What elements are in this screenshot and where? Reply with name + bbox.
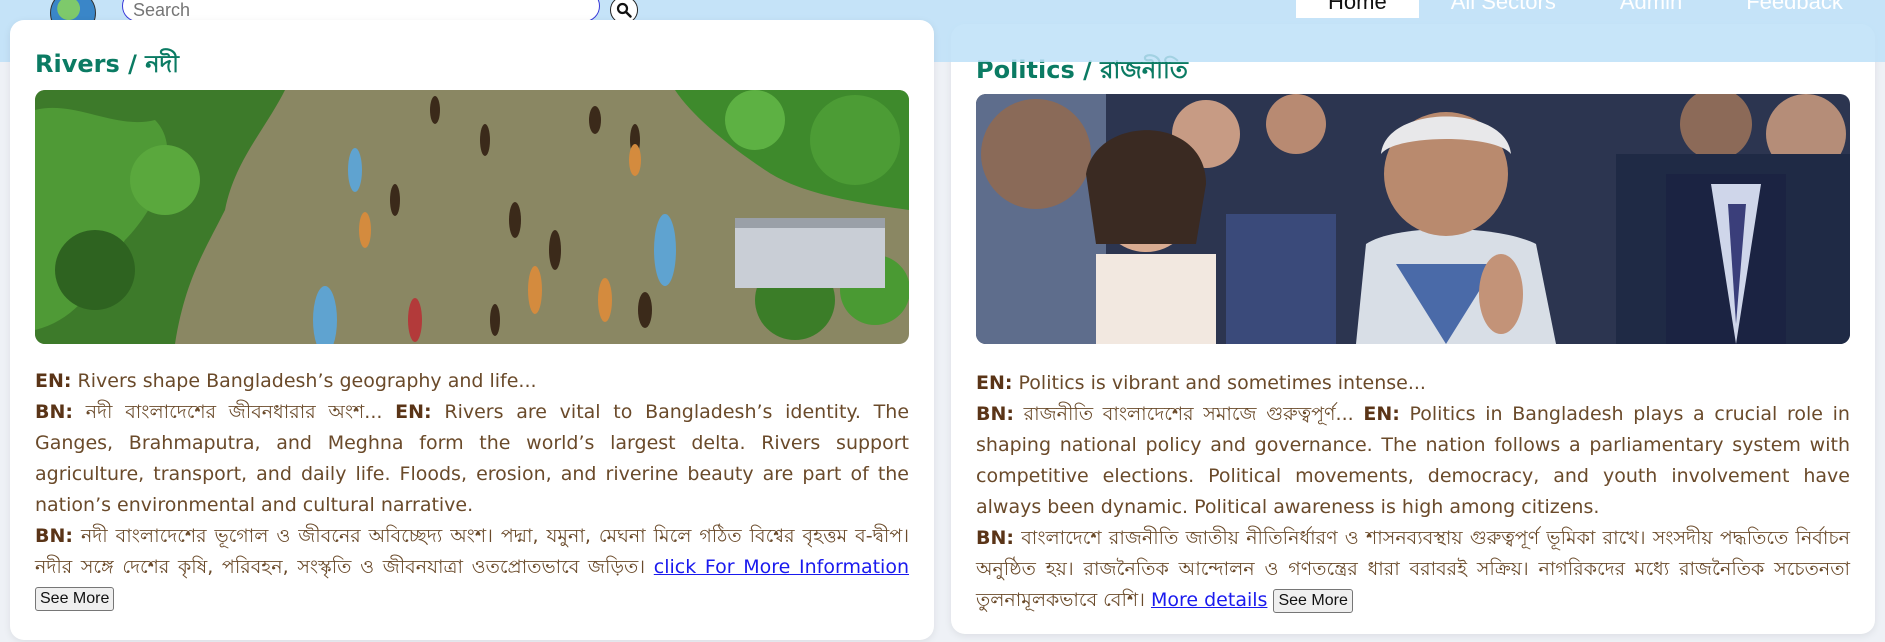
en-label: EN: — [395, 401, 432, 423]
nav-all-sectors[interactable]: All Sectors — [1419, 0, 1588, 18]
summary-en: EN: Rivers shape Bangladesh’s geography … — [35, 366, 909, 397]
bn-label: BN: — [976, 403, 1014, 425]
card-title: Rivers / নদী — [35, 50, 180, 78]
en-label: EN: — [976, 372, 1013, 394]
summary-en: EN: Politics is vibrant and sometimes in… — [976, 368, 1850, 399]
bn-label: BN: — [35, 401, 73, 423]
detail-paragraph: BN: রাজনীতি বাংলাদেশের সমাজে গুরুত্বপূর্… — [976, 399, 1850, 523]
bn-detail-paragraph: BN: বাংলাদেশে রাজনীতি জাতীয় নীতিনির্ধার… — [976, 523, 1850, 616]
politics-image — [976, 94, 1850, 344]
bn-detail-paragraph: BN: নদী বাংলাদেশের ভূগোল ও জীবনের অবিচ্ছ… — [35, 521, 909, 614]
card-body: EN: Politics is vibrant and sometimes in… — [976, 368, 1850, 616]
page: Home All Sectors Admin Feedback Rivers /… — [0, 0, 1885, 642]
sector-card-politics: Politics / রাজনীতি EN: Politics is vibra… — [951, 24, 1875, 634]
search-icon — [616, 2, 632, 18]
rivers-image — [35, 90, 909, 344]
nav-home[interactable]: Home — [1296, 0, 1419, 18]
summary-en-text: Rivers shape Bangladesh’s geography and … — [77, 370, 537, 392]
card-body: EN: Rivers shape Bangladesh’s geography … — [35, 366, 909, 614]
en-label: EN: — [35, 370, 72, 392]
see-more-button[interactable]: See More — [1273, 588, 1353, 613]
bn-intro-text: রাজনীতি বাংলাদেশের সমাজে গুরুত্বপূর্ণ... — [1023, 403, 1354, 425]
bn-label: BN: — [35, 525, 73, 547]
bn-label: BN: — [976, 527, 1014, 549]
detail-paragraph: BN: নদী বাংলাদেশের জীবনধারার অংশ... EN: … — [35, 397, 909, 521]
bn-detail-text: বাংলাদেশে রাজনীতি জাতীয় নীতিনির্ধারণ ও … — [976, 527, 1850, 611]
nav-admin[interactable]: Admin — [1588, 0, 1714, 18]
see-more-button[interactable]: See More — [35, 586, 115, 611]
sector-card-rivers: Rivers / নদী EN: Rivers shape Bangladesh… — [10, 20, 934, 640]
summary-en-text: Politics is vibrant and sometimes intens… — [1018, 372, 1426, 394]
nav-feedback[interactable]: Feedback — [1714, 0, 1875, 18]
search-input[interactable] — [122, 0, 600, 22]
more-details-link[interactable]: More details — [1151, 589, 1267, 611]
more-info-link[interactable]: click For More Information — [654, 556, 909, 578]
main-nav: Home All Sectors Admin Feedback — [1296, 0, 1875, 18]
bn-intro-text: নদী বাংলাদেশের জীবনধারার অংশ... — [85, 401, 383, 423]
en-label: EN: — [1363, 403, 1400, 425]
